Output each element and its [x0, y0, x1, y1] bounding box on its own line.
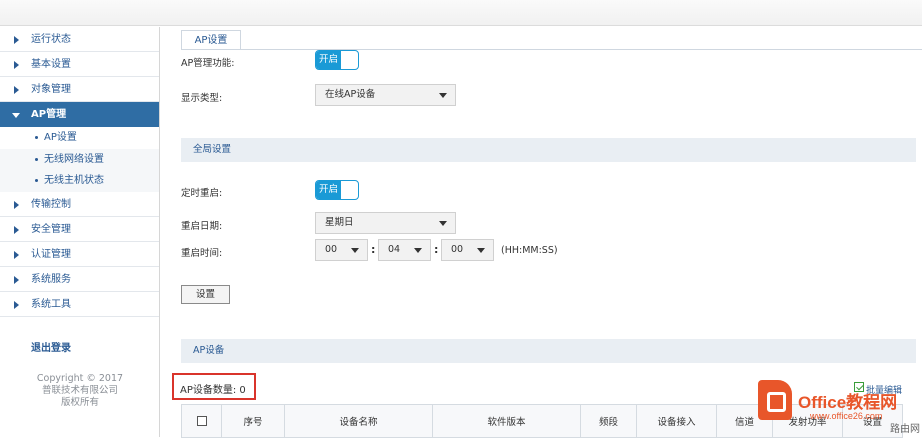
sidebar-item-object-management[interactable]: 对象管理 [0, 77, 159, 102]
sidebar-item-label: AP管理 [31, 109, 67, 120]
sidebar-item-system-tools[interactable]: 系统工具 [0, 292, 159, 317]
top-bar [0, 0, 922, 26]
reboot-date-select[interactable]: 星期日 [315, 212, 456, 234]
sidebar: 运行状态 基本设置 对象管理 AP管理 AP设置 无线网络设置 无线主机状态 传… [0, 27, 160, 437]
copyright-company: 普联技术有限公司 [41, 385, 118, 396]
sidebar-item-label: 系统服务 [31, 273, 71, 285]
sidebar-item-transfer-control[interactable]: 传输控制 [0, 192, 159, 217]
select-all-checkbox[interactable] [196, 416, 207, 426]
watermark-brand: Office教程网 [798, 393, 898, 412]
dropdown-arrow-icon [439, 93, 447, 98]
display-type-label: 显示类型: [181, 93, 223, 104]
chevron-right-icon [14, 86, 19, 94]
chevron-right-icon [14, 61, 19, 69]
chevron-right-icon [14, 275, 19, 284]
time-separator: : [371, 243, 376, 256]
sidebar-subitem-ap-settings[interactable]: AP设置 [0, 127, 159, 149]
sidebar-item-label: 安全管理 [31, 223, 71, 235]
reboot-date-label: 重启日期: [181, 221, 223, 232]
reboot-hour-select[interactable]: 00 [315, 239, 368, 261]
sidebar-item-basic-settings[interactable]: 基本设置 [0, 52, 159, 77]
column-header: 频段 [580, 404, 637, 438]
copyright-rights: 版权所有 [60, 397, 99, 408]
scheduled-reboot-label: 定时重启: [181, 188, 223, 199]
reboot-date-value: 星期日 [325, 217, 354, 228]
sidebar-item-label: 对象管理 [31, 84, 71, 95]
sidebar-item-label: 运行状态 [31, 34, 71, 45]
time-format-hint: (HH:MM:SS) [501, 245, 558, 256]
office-logo-icon [758, 380, 792, 420]
time-separator: : [434, 243, 439, 256]
column-header: 软件版本 [432, 404, 581, 438]
sidebar-item-label: 系统工具 [31, 298, 71, 310]
chevron-right-icon [14, 250, 19, 259]
watermark-url: www.office26.com [810, 411, 883, 421]
sidebar-item-ap-management[interactable]: AP管理 [0, 102, 159, 127]
column-header: 序号 [221, 404, 285, 438]
copyright-line: Copyright © 2017 [36, 373, 124, 384]
reboot-minute-select[interactable]: 04 [378, 239, 431, 261]
reboot-second-select[interactable]: 00 [441, 239, 494, 261]
sidebar-item-system-services[interactable]: 系统服务 [0, 267, 159, 292]
sidebar-item-label: 基本设置 [31, 59, 71, 70]
sidebar-subitem-label: 无线网络设置 [44, 153, 104, 165]
sidebar-item-auth-management[interactable]: 认证管理 [0, 242, 159, 267]
scheduled-reboot-toggle[interactable]: 开启 [315, 180, 359, 200]
global-settings-header: 全局设置 [181, 138, 916, 162]
bullet-icon [35, 179, 38, 182]
watermark-corner: 路由网 [890, 424, 920, 435]
reboot-hour-value: 00 [325, 244, 338, 255]
dropdown-arrow-icon [351, 248, 359, 253]
sidebar-subitem-label: AP设置 [44, 132, 77, 143]
column-header: 设备名称 [284, 404, 433, 438]
toggle-knob [341, 182, 357, 198]
sidebar-item-label: 传输控制 [31, 198, 71, 210]
reboot-second-value: 00 [451, 244, 464, 255]
ap-device-count: AP设备数量: 0 [180, 385, 246, 396]
dropdown-arrow-icon [477, 248, 485, 253]
dropdown-arrow-icon [439, 221, 447, 226]
sidebar-item-label: 认证管理 [31, 248, 71, 260]
sidebar-item-security-management[interactable]: 安全管理 [0, 217, 159, 242]
ap-devices-header: AP设备 [181, 339, 916, 363]
watermark: Office教程网 www.office26.com 路由网 [754, 372, 922, 437]
apply-settings-button[interactable]: 设置 [181, 285, 230, 304]
column-header: 设备接入 [636, 404, 717, 438]
chevron-right-icon [14, 225, 19, 234]
tab-ap-settings[interactable]: AP设置 [181, 30, 241, 50]
chevron-down-icon [12, 113, 20, 118]
sidebar-subitem-wireless-host-status[interactable]: 无线主机状态 [0, 170, 159, 192]
bullet-icon [35, 157, 38, 161]
dropdown-arrow-icon [414, 248, 422, 253]
toggle-knob [341, 52, 357, 68]
ap-management-toggle[interactable]: 开启 [315, 50, 359, 70]
chevron-right-icon [14, 36, 19, 44]
chevron-right-icon [14, 300, 19, 309]
copyright: Copyright © 2017 普联技术有限公司 版权所有 [0, 373, 160, 409]
select-all-checkbox-cell[interactable] [181, 404, 222, 438]
toggle-on-label: 开启 [316, 181, 341, 199]
display-type-select[interactable]: 在线AP设备 [315, 84, 456, 106]
bullet-icon [35, 136, 38, 139]
display-type-value: 在线AP设备 [325, 89, 376, 100]
reboot-minute-value: 04 [388, 244, 401, 255]
ap-management-label: AP管理功能: [181, 58, 235, 69]
sidebar-item-running-status[interactable]: 运行状态 [0, 27, 159, 52]
tab-divider [181, 49, 922, 50]
chevron-right-icon [14, 200, 19, 209]
logout-link[interactable]: 退出登录 [31, 339, 71, 354]
toggle-on-label: 开启 [316, 51, 341, 69]
sidebar-subitem-label: 无线主机状态 [44, 175, 104, 186]
sidebar-subitem-wireless-network[interactable]: 无线网络设置 [0, 148, 159, 170]
reboot-time-label: 重启时间: [181, 248, 223, 259]
